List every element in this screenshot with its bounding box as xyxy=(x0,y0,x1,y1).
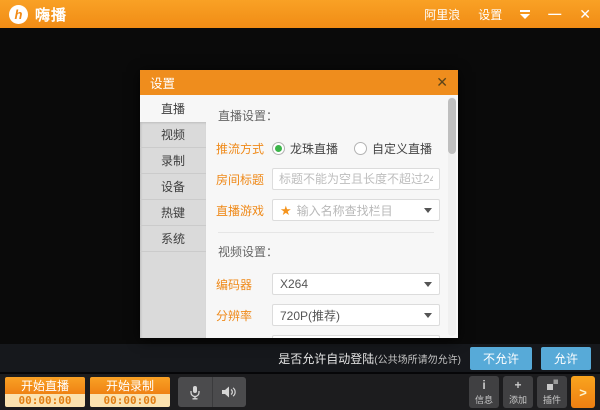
start-live-button[interactable]: 开始直播 00:00:00 xyxy=(5,377,85,407)
record-timer: 00:00:00 xyxy=(90,394,170,407)
dialog-scrollbar-track[interactable] xyxy=(448,97,456,336)
game-label: 直播游戏 xyxy=(216,202,272,219)
chevron-down-icon xyxy=(424,313,432,318)
room-title-input[interactable] xyxy=(272,168,440,190)
app-window: h 嗨播 阿里浪 设置 — ✕ 设置 ✕ 直播 视频 xyxy=(0,0,600,410)
microphone-button[interactable] xyxy=(178,377,213,407)
section-divider xyxy=(218,232,434,233)
titlebar-actions: 阿里浪 设置 — ✕ xyxy=(424,6,591,23)
sidebar-item-label: 录制 xyxy=(161,152,185,169)
info-button[interactable]: i 信息 xyxy=(469,376,499,408)
collapse-triangle xyxy=(520,14,530,19)
chevron-down-icon xyxy=(424,208,432,213)
aliwang-link[interactable]: 阿里浪 xyxy=(424,6,460,23)
plugin-button[interactable]: 插件 xyxy=(537,376,567,408)
microphone-icon xyxy=(188,385,202,400)
titlebar: h 嗨播 阿里浪 设置 — ✕ xyxy=(0,0,600,28)
radio-dot xyxy=(275,145,282,152)
star-icon: ★ xyxy=(280,204,292,217)
expand-panel-button[interactable]: > xyxy=(571,376,595,408)
quality-value: 中等 xyxy=(280,338,304,339)
resolution-select[interactable]: 720P(推荐) xyxy=(272,304,440,326)
info-icon: i xyxy=(482,378,485,392)
sidebar-item-system[interactable]: 系统 xyxy=(140,226,206,252)
encoder-value: X264 xyxy=(280,277,308,291)
plugin-label: 插件 xyxy=(543,393,561,406)
start-record-button[interactable]: 开始录制 00:00:00 xyxy=(90,377,170,407)
room-title-row: 房间标题 xyxy=(216,167,444,191)
radio-longzhu-selected[interactable] xyxy=(272,142,285,155)
dialog-header: 设置 ✕ xyxy=(140,70,458,95)
app-title: 嗨播 xyxy=(35,4,67,25)
live-timer: 00:00:00 xyxy=(5,394,85,407)
sidebar-item-video[interactable]: 视频 xyxy=(140,122,206,148)
radio-custom-label[interactable]: 自定义直播 xyxy=(372,140,432,157)
push-method-label: 推流方式 xyxy=(216,140,272,157)
deny-button[interactable]: 不允许 xyxy=(470,347,532,370)
control-bar-right: i 信息 + 添加 插件 > xyxy=(469,376,595,408)
dialog-title: 设置 xyxy=(150,73,175,92)
autologin-message: 是否允许自动登陆 xyxy=(278,350,374,367)
quality-select[interactable]: 中等 xyxy=(272,335,440,338)
settings-dialog: 设置 ✕ 直播 视频 录制 设备 热键 系统 xyxy=(140,70,458,338)
encoder-row: 编码器 X264 xyxy=(216,272,444,296)
dialog-content: 直播设置： 推流方式 龙珠直播 自定义直播 房间标题 xyxy=(206,95,458,338)
app-logo-icon: h xyxy=(9,5,28,24)
resolution-value: 720P(推荐) xyxy=(280,307,340,324)
info-label: 信息 xyxy=(475,393,493,406)
sidebar-item-hotkey[interactable]: 热键 xyxy=(140,200,206,226)
encoder-label: 编码器 xyxy=(216,276,272,293)
radio-longzhu-label[interactable]: 龙珠直播 xyxy=(290,140,338,157)
close-button[interactable]: ✕ xyxy=(579,6,591,23)
collapse-icon[interactable] xyxy=(520,10,530,19)
sidebar-inactive-group: 视频 录制 设备 热键 系统 xyxy=(140,122,206,338)
autologin-note: (公共场所请勿允许) xyxy=(374,351,461,366)
sidebar-item-record[interactable]: 录制 xyxy=(140,148,206,174)
plus-icon: + xyxy=(514,378,521,392)
push-method-options: 龙珠直播 自定义直播 xyxy=(272,140,432,157)
dialog-body: 直播 视频 录制 设备 热键 系统 直播设置： 推流方式 xyxy=(140,95,458,338)
resolution-row: 分辨率 720P(推荐) xyxy=(216,303,444,327)
sidebar-item-label: 直播 xyxy=(161,100,185,117)
video-settings-heading: 视频设置： xyxy=(218,243,444,260)
main-area: 设置 ✕ 直播 视频 录制 设备 热键 系统 xyxy=(0,28,600,344)
game-row: 直播游戏 ★ 输入名称查找栏目 xyxy=(216,198,444,222)
resolution-label: 分辨率 xyxy=(216,307,272,324)
encoder-select[interactable]: X264 xyxy=(272,273,440,295)
collapse-bar xyxy=(520,10,530,12)
chevron-down-icon xyxy=(424,282,432,287)
start-live-label: 开始直播 xyxy=(5,377,85,394)
speaker-button[interactable] xyxy=(213,377,247,407)
control-bar: 开始直播 00:00:00 开始录制 00:00:00 xyxy=(0,372,600,410)
game-placeholder: 输入名称查找栏目 xyxy=(297,202,393,219)
speaker-icon xyxy=(221,385,237,399)
sidebar-item-label: 设备 xyxy=(161,178,185,195)
allow-button[interactable]: 允许 xyxy=(541,347,591,370)
start-record-label: 开始录制 xyxy=(90,377,170,394)
sidebar-item-label: 视频 xyxy=(161,126,185,143)
dialog-sidebar: 直播 视频 录制 设备 热键 系统 xyxy=(140,95,206,338)
dialog-scrollbar-thumb[interactable] xyxy=(448,98,456,154)
sidebar-item-live[interactable]: 直播 xyxy=(140,95,206,122)
logo-letter: h xyxy=(15,7,23,22)
game-select[interactable]: ★ 输入名称查找栏目 xyxy=(272,199,440,221)
audio-controls xyxy=(178,377,246,407)
autologin-notify-bar: 是否允许自动登陆 (公共场所请勿允许) 不允许 允许 xyxy=(0,344,600,372)
minimize-button[interactable]: — xyxy=(548,9,561,19)
quality-row: 画质 中等 xyxy=(216,334,444,338)
live-settings-heading: 直播设置： xyxy=(218,107,444,124)
settings-link[interactable]: 设置 xyxy=(478,6,502,23)
room-title-label: 房间标题 xyxy=(216,171,272,188)
sidebar-item-label: 系统 xyxy=(161,230,185,247)
quality-label: 画质 xyxy=(216,338,272,339)
sidebar-item-device[interactable]: 设备 xyxy=(140,174,206,200)
plugin-icon xyxy=(546,378,559,392)
add-label: 添加 xyxy=(509,393,527,406)
push-method-row: 推流方式 龙珠直播 自定义直播 xyxy=(216,136,444,160)
dialog-close-icon[interactable]: ✕ xyxy=(436,74,448,91)
radio-custom[interactable] xyxy=(354,142,367,155)
add-button[interactable]: + 添加 xyxy=(503,376,533,408)
sidebar-item-label: 热键 xyxy=(161,204,185,221)
